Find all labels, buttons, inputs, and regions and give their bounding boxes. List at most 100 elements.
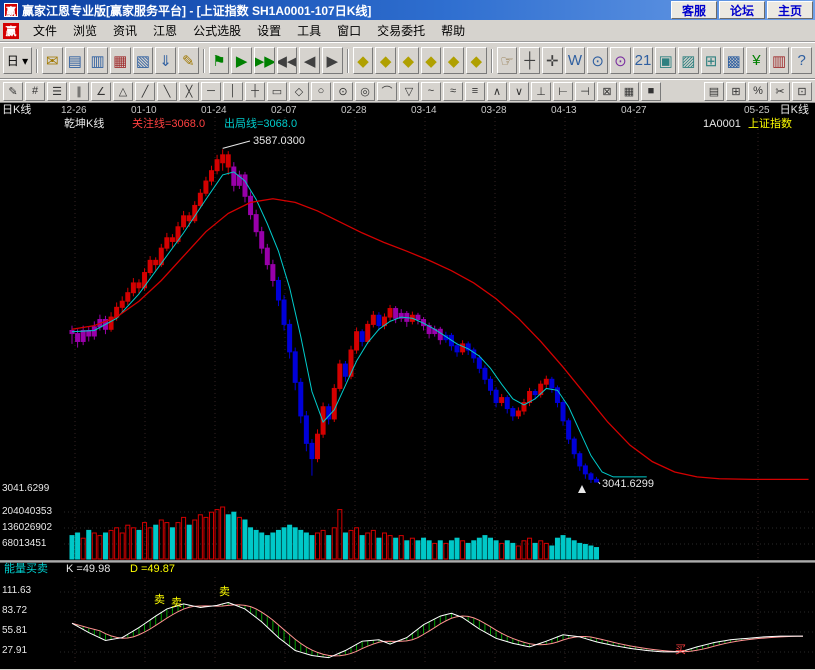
channel-tool-icon[interactable]: ╲ [157, 82, 177, 101]
chart-canvas[interactable]: 日K线 12-2601-1001-2402-0702-2803-1403-280… [0, 103, 815, 669]
fan-tool-icon[interactable]: ▽ [399, 82, 419, 101]
data-download-icon[interactable]: ⇓ [155, 47, 176, 74]
play-icon[interactable]: ▶ [231, 47, 252, 74]
rewind-icon[interactable]: ◀◀ [277, 47, 298, 74]
rect-tool-icon[interactable]: ▭ [267, 82, 287, 101]
menu-item-8[interactable]: 窗口 [329, 19, 369, 42]
menu-item-1[interactable]: 文件 [25, 19, 65, 42]
main-toolbar: 日 ▾✉▤▥▦▧⇓✎⚑▶▶▶◀◀◀▶◆◆◆◆◆◆☞┼✛W⊙⊙21▣▨⊞▩¥▥? [0, 42, 815, 79]
buy-signal-mark: 买 [675, 645, 686, 656]
gann-fan-tool-icon[interactable]: ┼ [245, 82, 265, 101]
bands-panel-icon[interactable]: ▩ [723, 47, 744, 74]
menu-item-6[interactable]: 设置 [249, 19, 289, 42]
date-tick-label: 03-28 [481, 106, 507, 116]
measure-icon[interactable]: ✛ [542, 47, 563, 74]
circle-tool-icon[interactable]: ○ [311, 82, 331, 101]
menu-item-9[interactable]: 交易委托 [369, 19, 433, 42]
stock-pick-flag-icon[interactable]: ⚑ [209, 47, 230, 74]
approx-tool-icon[interactable]: ≈ [443, 82, 463, 101]
crosshair-icon[interactable]: ┼ [519, 47, 540, 74]
titlebar-button-2[interactable]: 论坛 [719, 1, 765, 19]
gann-diamond-5-icon[interactable]: ◆ [443, 47, 464, 74]
fast-forward-icon[interactable]: ▶▶ [254, 47, 275, 74]
gann-diamond-6-icon[interactable]: ◆ [466, 47, 487, 74]
mail-icon[interactable]: ✉ [42, 47, 63, 74]
and-tool-icon[interactable]: ∧ [487, 82, 507, 101]
quote-panel-icon[interactable]: ▨ [678, 47, 699, 74]
arc-tool-icon[interactable]: ⌒ [377, 82, 397, 101]
kline-chart-icon[interactable]: ▦ [110, 47, 131, 74]
window-title: 赢家江恩专业版[赢家服务平台] - [上证指数 SH1A0001-107日K线] [22, 2, 669, 19]
or-tool-icon[interactable]: ∨ [509, 82, 529, 101]
gann-diamond-4-icon[interactable]: ◆ [421, 47, 442, 74]
menu-item-5[interactable]: 公式选股 [185, 19, 249, 42]
money-icon[interactable]: ¥ [746, 47, 767, 74]
square-tool-icon[interactable]: ■ [641, 82, 661, 101]
pencil-tool-icon[interactable]: ✎ [3, 82, 23, 101]
cycle-tool-icon[interactable]: ⊙ [333, 82, 353, 101]
angle-tool-icon[interactable]: ∠ [91, 82, 111, 101]
percent-icon[interactable]: % [748, 82, 768, 101]
crossline-tool-icon[interactable]: ╳ [179, 82, 199, 101]
wave-tool-icon[interactable]: ~ [421, 82, 441, 101]
step-forward-icon[interactable]: ▶ [322, 47, 343, 74]
add-grid-icon[interactable]: ⊞ [726, 82, 746, 101]
titlebar-button-3[interactable]: 主页 [767, 1, 813, 19]
calendar-21-icon[interactable]: 21 [633, 47, 654, 74]
delivery-icon[interactable]: ▥ [769, 47, 790, 74]
gann-diamond-1-icon[interactable]: ◆ [353, 47, 374, 74]
ray-tool-icon[interactable]: │ [223, 82, 243, 101]
menu-item-3[interactable]: 资讯 [105, 19, 145, 42]
ident-tool-icon[interactable]: ≡ [465, 82, 485, 101]
date-tick-label: 05-25 [744, 106, 770, 116]
hline-tool-icon[interactable]: ☰ [47, 82, 67, 101]
menu-item-4[interactable]: 江恩 [145, 19, 185, 42]
help-icon[interactable]: ? [791, 47, 812, 74]
wave-tool-icon[interactable]: W [565, 47, 586, 74]
application-window: 赢 赢家江恩专业版[赢家服务平台] - [上证指数 SH1A0001-107日K… [0, 0, 815, 670]
sell-signal-mark: 卖 [154, 595, 165, 606]
right-t-tool-icon[interactable]: ⊣ [575, 82, 595, 101]
indicator-name-label[interactable]: 能量买卖 [4, 564, 48, 575]
gann-diamond-2-icon[interactable]: ◆ [375, 47, 396, 74]
peak-price-annotation: 3587.0300 [253, 136, 305, 147]
trendline-tool-icon[interactable]: ╱ [135, 82, 155, 101]
step-back-icon[interactable]: ◀ [299, 47, 320, 74]
toolbar-separator [36, 49, 38, 73]
period-day-combo[interactable]: 日 ▾ [3, 47, 32, 74]
grid-panel-icon[interactable]: ⊞ [701, 47, 722, 74]
indicator-k-value: K =49.98 [66, 564, 110, 575]
pan-hand-icon[interactable]: ☞ [497, 47, 518, 74]
menu-item-2[interactable]: 浏览 [65, 19, 105, 42]
trend-chart-icon[interactable]: ▧ [133, 47, 154, 74]
menu-item-10[interactable]: 帮助 [433, 19, 473, 42]
time-cycle-icon[interactable]: ⊙ [587, 47, 608, 74]
gann-diamond-3-icon[interactable]: ◆ [398, 47, 419, 74]
zoom-box-icon[interactable]: ⊡ [792, 82, 812, 101]
boxed-x-tool-icon[interactable]: ⊠ [597, 82, 617, 101]
diamond-tool-icon[interactable]: ◇ [289, 82, 309, 101]
kline-chart[interactable] [0, 103, 815, 669]
perp-tool-icon[interactable]: ⊥ [531, 82, 551, 101]
titlebar-button-1[interactable]: 客服 [671, 1, 717, 19]
space-cycle-icon[interactable]: ⊙ [610, 47, 631, 74]
quote-table-icon[interactable]: ▤ [704, 82, 724, 101]
vline-tool-icon[interactable]: ∥ [69, 82, 89, 101]
volume-chart-icon[interactable]: ▥ [87, 47, 108, 74]
kline-mode-label: 乾坤K线 [64, 119, 104, 130]
hash-grid-tool-icon[interactable]: # [25, 82, 45, 101]
left-t-tool-icon[interactable]: ⊢ [553, 82, 573, 101]
date-tick-label: 04-13 [551, 106, 577, 116]
scissors-icon[interactable]: ✂ [770, 82, 790, 101]
report-icon[interactable]: ▤ [65, 47, 86, 74]
menu-logo-icon[interactable]: 赢 [3, 23, 19, 39]
draw-pencil-icon[interactable]: ✎ [178, 47, 199, 74]
multi-panel-icon[interactable]: ▣ [655, 47, 676, 74]
segment-tool-icon[interactable]: ─ [201, 82, 221, 101]
gann-box-tool-icon[interactable]: ▦ [619, 82, 639, 101]
target-tool-icon[interactable]: ◎ [355, 82, 375, 101]
attention-line-label: 关注线=3068.0 [132, 119, 205, 130]
menu-item-7[interactable]: 工具 [289, 19, 329, 42]
triangle-tool-icon[interactable]: △ [113, 82, 133, 101]
symbol-name-label: 上证指数 [748, 119, 792, 130]
